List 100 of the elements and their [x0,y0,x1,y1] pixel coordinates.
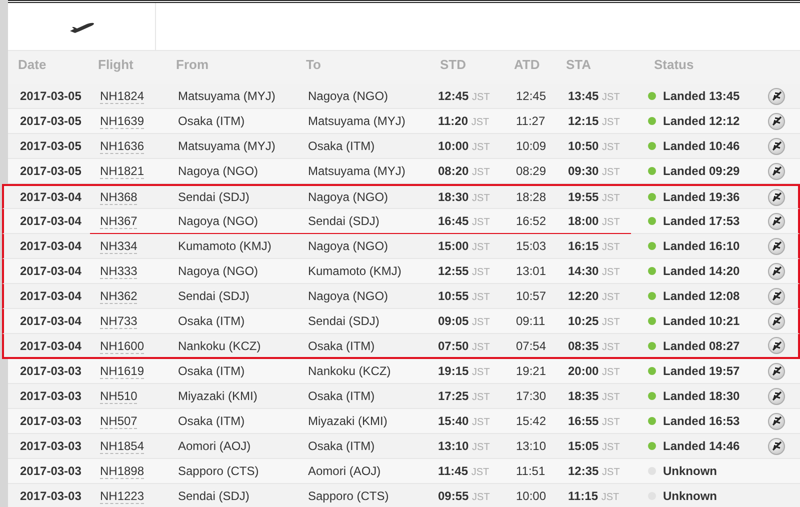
timezone-label: JST [472,292,490,303]
sta-time: 18:00 [568,214,599,228]
flight-number-link[interactable]: NH333 [100,264,138,279]
flight-track-button[interactable] [768,162,785,180]
std-time: 13:10 [438,439,469,453]
flight-track-button[interactable] [768,138,785,154]
std-time: 09:55 [438,489,469,503]
destination-cell-text: Kumamoto (KMJ) [308,264,402,278]
std-time: 15:00 [438,239,469,253]
flight-number-link[interactable]: NH1898 [100,464,144,479]
atd-cell-text: 15:42 [516,414,548,428]
flight-track-button[interactable] [768,288,785,304]
column-header: STD [439,57,467,72]
origin-cell-text: Aomori (AOJ) [178,439,252,453]
date-cell-text: 2017-03-04 [19,264,82,278]
sta-time: 13:45 [568,89,599,103]
flight-track-button[interactable] [768,238,785,254]
timezone-label: JST [602,117,620,128]
timezone-label: JST [602,342,620,352]
std-time: 19:15 [438,364,469,378]
flight-track-button[interactable] [768,412,785,430]
atd-cell-text: 07:54 [516,338,548,352]
timezone-label: JST [472,193,490,204]
date-cell-text: 2017-03-04 [19,338,82,352]
flight-number-link[interactable]: NH1600 [100,338,144,354]
timezone-label: JST [471,117,490,128]
destination-cell-text: Sendai (SDJ) [308,214,380,228]
flight-track-button[interactable] [768,212,785,230]
std-time: 10:00 [438,139,469,153]
flight-number-link[interactable]: NH510 [100,389,138,404]
flight-number-link[interactable]: NH368 [100,190,138,205]
status-text: Landed 18:30 [663,389,740,403]
flight-number-link[interactable]: NH362 [100,289,138,304]
sta-time: 11:15 [568,489,598,503]
std-time: 12:45 [438,89,469,103]
origin-cell-text: Matsuyama (MYJ) [178,139,276,153]
flight-track-button[interactable] [768,112,785,130]
flight-track-button[interactable] [768,88,785,104]
flight-number-link[interactable]: NH367 [100,214,138,229]
destination-cell-text: Sapporo (CTS) [308,489,390,503]
flight-number-link[interactable]: NH334 [100,239,138,254]
destination-cell-text: Matsuyama (MYJ) [308,114,406,128]
destination-cell-text: Miyazaki (KMI) [308,414,388,428]
status-text: Landed 10:21 [663,314,740,328]
sta-time: 15:05 [568,439,599,453]
flight-number-link[interactable]: NH1821 [100,164,144,179]
timezone-label: JST [472,267,490,278]
destination-cell-text: Nankoku (KCZ) [308,364,392,378]
origin-cell-text: Nagoya (NGO) [178,164,260,178]
atd-cell-text: 18:28 [516,190,548,204]
destination-cell-text: Nagoya (NGO) [308,89,390,103]
flight-track-button[interactable] [768,388,785,404]
status-text: Landed 17:53 [663,214,740,228]
date-cell-text: 2017-03-03 [19,439,82,453]
flight-number-link[interactable]: NH733 [100,314,138,329]
flight-track-button[interactable] [768,438,785,454]
flight-number-link[interactable]: NH1854 [100,439,144,454]
timezone-label: JST [472,492,490,503]
destination-cell-text: Osaka (ITM) [308,139,376,153]
timezone-label: JST [602,193,620,204]
status-text: Unknown [663,489,717,503]
date-cell-text: 2017-03-04 [19,239,82,253]
timezone-label: JST [472,317,490,328]
date-cell-text: 2017-03-03 [19,389,82,403]
flight-number-link[interactable]: NH507 [100,414,138,429]
timezone-label: JST [602,242,620,253]
flight-track-button[interactable] [768,312,785,330]
date-cell-text: 2017-03-04 [19,190,82,204]
flight-number-link[interactable]: NH1619 [100,364,144,379]
destination-cell-text: Osaka (ITM) [308,338,376,352]
timezone-label: JST [602,142,620,153]
std-time: 11:45 [438,464,468,478]
status-text: Landed 10:46 [663,139,740,153]
atd-cell-text: 12:45 [516,89,548,103]
flight-track-button[interactable] [768,188,785,206]
timezone-label: JST [472,442,490,453]
column-header: Flight [98,57,134,72]
timezone-label: JST [472,217,490,228]
destination-cell-text: Nagoya (NGO) [308,239,390,253]
column-header: To [306,57,322,72]
timezone-label: JST [602,392,620,403]
flight-number-link[interactable]: NH1639 [100,114,144,129]
timezone-label: JST [472,92,490,103]
timezone-label: JST [601,492,620,503]
date-cell-text: 2017-03-04 [19,289,82,303]
timezone-label: JST [471,467,490,478]
flight-number-link[interactable]: NH1223 [100,489,144,504]
sta-time: 09:30 [568,164,599,178]
std-time: 07:50 [438,338,469,352]
origin-cell-text: Sapporo (CTS) [178,464,260,478]
date-cell-text: 2017-03-05 [19,114,82,128]
flight-number-link[interactable]: NH1636 [100,139,144,154]
flight-track-button[interactable] [768,337,785,354]
origin-cell-text: Osaka (ITM) [178,414,246,428]
column-header: Date [17,57,48,72]
timezone-label: JST [472,167,490,178]
status-text: Landed 13:45 [663,89,740,103]
flight-track-button[interactable] [768,262,785,280]
flight-number-link[interactable]: NH1824 [100,89,144,104]
flight-track-button[interactable] [768,362,785,380]
